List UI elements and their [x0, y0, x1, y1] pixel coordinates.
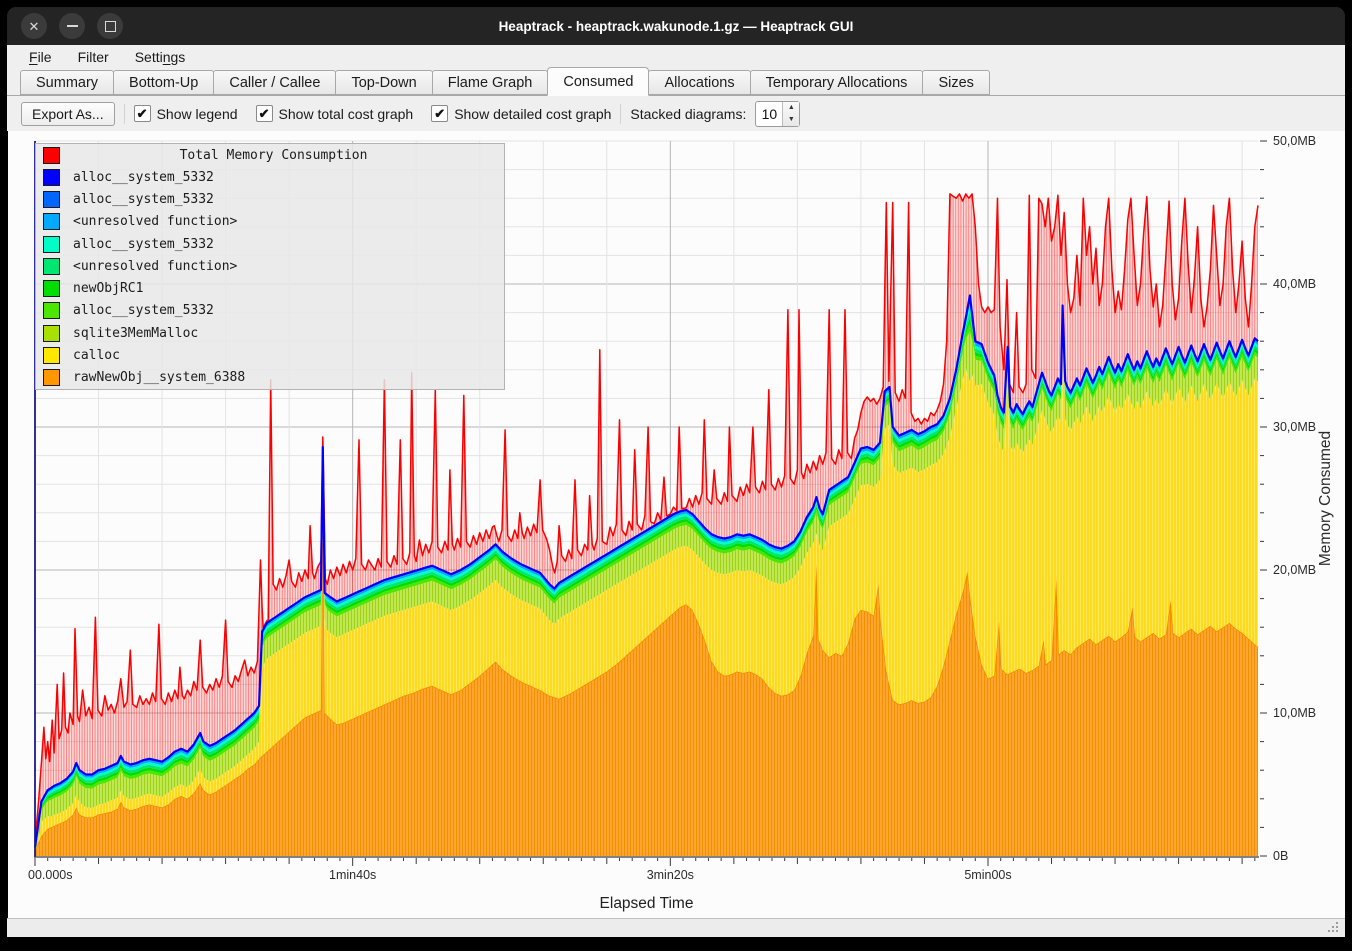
x-tick-label: 1min40s: [329, 868, 376, 882]
legend-swatch: [43, 169, 60, 186]
y-tick-label: 20,0MB: [1273, 563, 1316, 577]
window-title: Heaptrack - heaptrack.wakunode.1.gz — He…: [7, 19, 1345, 34]
legend-swatch: [43, 302, 60, 319]
x-ticks: 00.000s 1min40s 3min20s 5min00s Elapsed Time: [28, 858, 1255, 912]
legend-title-row: Total Memory Consumption: [36, 144, 504, 166]
spin-up-button[interactable]: ▲: [783, 102, 799, 114]
checkbox-show-total-cost-graph[interactable]: ✔ Show total cost graph: [256, 105, 414, 122]
legend-label: alloc__system_5332: [73, 170, 214, 185]
legend-item: <unresolved function>: [36, 211, 504, 233]
menu-item-settings[interactable]: Settings: [122, 47, 199, 67]
minimize-icon: [67, 25, 78, 27]
tab-allocations[interactable]: Allocations: [648, 70, 750, 95]
legend-swatch: [43, 280, 60, 297]
tab-temporary-allocations[interactable]: Temporary Allocations: [750, 70, 924, 95]
y-ticks: 0B 10,0MB 20,0MB 30,0MB 40,0MB 50,0MB Memory C…: [1260, 134, 1334, 863]
title-bar: ✕ Heaptrack - heaptrack.wakunode.1.gz — …: [7, 7, 1345, 45]
legend-swatch: [43, 191, 60, 208]
legend-item: alloc__system_5332: [36, 300, 504, 322]
tab-bottom-up[interactable]: Bottom-Up: [113, 70, 214, 95]
tab-top-down[interactable]: Top-Down: [335, 70, 432, 95]
legend-item: alloc__system_5332: [36, 189, 504, 211]
legend-item: alloc__system_5332: [36, 166, 504, 188]
checkbox-show-detailed-cost-graph[interactable]: ✔ Show detailed cost graph: [431, 105, 611, 122]
toolbar-separator: [124, 104, 125, 124]
chart-legend: Total Memory Consumption alloc__system_53…: [35, 143, 505, 390]
legend-swatch: [43, 347, 60, 364]
menu-bar: FileFilterSettings: [7, 45, 1345, 68]
tab-consumed[interactable]: Consumed: [547, 67, 649, 96]
legend-swatch: [43, 213, 60, 230]
checkbox-label: Show total cost graph: [279, 106, 414, 122]
checkbox-icon: ✔: [134, 105, 151, 122]
tab-sizes[interactable]: Sizes: [922, 70, 989, 95]
tab-summary[interactable]: Summary: [20, 70, 114, 95]
y-tick-label: 40,0MB: [1273, 277, 1316, 291]
legend-swatch: [43, 258, 60, 275]
tab-caller-callee[interactable]: Caller / Callee: [213, 70, 336, 95]
legend-label: alloc__system_5332: [73, 237, 214, 252]
x-tick-label: 5min00s: [964, 868, 1011, 882]
y-tick-label: 0B: [1273, 849, 1288, 863]
y-tick-label: 10,0MB: [1273, 706, 1316, 720]
maximize-button[interactable]: [97, 13, 123, 39]
legend-item: alloc__system_5332: [36, 233, 504, 255]
consumed-chart-panel: 00.000s 1min40s 3min20s 5min00s Elapsed Time…: [8, 131, 1345, 918]
legend-label: alloc__system_5332: [73, 192, 214, 207]
legend-label: newObjRC1: [73, 281, 143, 296]
legend-label: Total Memory Consumption: [73, 148, 474, 163]
legend-item: <unresolved function>: [36, 255, 504, 277]
status-bar: [7, 918, 1345, 937]
menu-item-filter[interactable]: Filter: [65, 47, 122, 67]
y-axis-title: Memory Consumed: [1317, 431, 1334, 566]
tab-bar: SummaryBottom-UpCaller / CalleeTop-DownF…: [7, 68, 1345, 96]
close-button[interactable]: ✕: [21, 13, 47, 39]
y-tick-label: 30,0MB: [1273, 420, 1316, 434]
stacked-diagrams-label: Stacked diagrams:: [630, 106, 746, 122]
checkbox-icon: ✔: [256, 105, 273, 122]
legend-item: sqlite3MemMalloc: [36, 322, 504, 344]
spin-down-button[interactable]: ▼: [783, 114, 799, 126]
legend-swatch: [43, 147, 60, 164]
legend-item: newObjRC1: [36, 278, 504, 300]
checkbox-icon: ✔: [431, 105, 448, 122]
x-axis-title: Elapsed Time: [600, 895, 694, 912]
toolbar-separator: [620, 104, 621, 124]
stacked-diagrams-spinbox[interactable]: 10 ▲ ▼: [755, 101, 800, 127]
checkbox-label: Show legend: [157, 106, 238, 122]
minimize-button[interactable]: [59, 13, 85, 39]
stacked-diagrams-value: 10: [756, 102, 782, 126]
maximize-icon: [105, 21, 116, 32]
tab-flame-graph[interactable]: Flame Graph: [432, 70, 549, 95]
toolbar-checkboxes: ✔ Show legend ✔ Show total cost graph ✔ Show …: [134, 105, 612, 122]
legend-label: <unresolved function>: [73, 259, 237, 274]
legend-label: calloc: [73, 348, 120, 363]
application-window: ✕ Heaptrack - heaptrack.wakunode.1.gz — …: [0, 0, 1352, 951]
legend-swatch: [43, 369, 60, 386]
checkbox-label: Show detailed cost graph: [454, 106, 611, 122]
x-tick-label: 3min20s: [647, 868, 694, 882]
legend-label: rawNewObj__system_6388: [73, 370, 245, 385]
menu-item-file[interactable]: File: [16, 47, 65, 67]
toolbar: Export As... ✔ Show legend ✔ Show total cos…: [7, 96, 1345, 131]
x-tick-label: 00.000s: [28, 868, 72, 882]
checkbox-show-legend[interactable]: ✔ Show legend: [134, 105, 238, 122]
legend-label: <unresolved function>: [73, 214, 237, 229]
legend-label: alloc__system_5332: [73, 303, 214, 318]
export-as-button[interactable]: Export As...: [21, 102, 115, 126]
resize-grip[interactable]: [1327, 921, 1340, 934]
legend-label: sqlite3MemMalloc: [73, 326, 198, 341]
spin-buttons: ▲ ▼: [782, 102, 799, 126]
legend-item: calloc: [36, 344, 504, 366]
legend-swatch: [43, 236, 60, 253]
legend-swatch: [43, 325, 60, 342]
y-tick-label: 50,0MB: [1273, 134, 1316, 148]
legend-item: rawNewObj__system_6388: [36, 367, 504, 389]
